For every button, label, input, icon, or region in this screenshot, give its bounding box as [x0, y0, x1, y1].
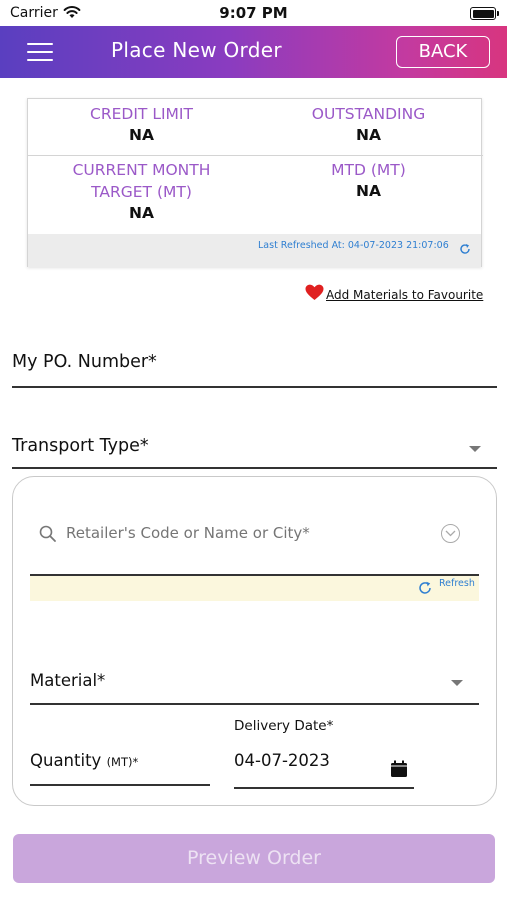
refresh-link[interactable]: Refresh [439, 578, 475, 589]
material-dropdown[interactable]: Material* [30, 671, 105, 690]
transport-type-underline [12, 467, 497, 469]
quantity-field[interactable]: Quantity (MT)* [30, 751, 138, 770]
search-icon [39, 525, 56, 542]
account-summary-card: CREDIT LIMIT NA OUTSTANDING NA CURRENT M… [27, 98, 483, 267]
delivery-date-field[interactable]: 04-07-2023 [234, 751, 330, 770]
back-button[interactable]: BACK [396, 36, 490, 68]
retailer-info-panel [30, 576, 479, 601]
chevron-down-icon[interactable] [451, 680, 463, 686]
po-number-underline [12, 386, 497, 388]
summary-row: CREDIT LIMIT NA OUTSTANDING NA [28, 99, 483, 156]
delivery-date-label: Delivery Date* [234, 718, 334, 734]
credit-limit-value: NA [129, 126, 154, 144]
target-label-line2: TARGET (MT) [91, 183, 192, 201]
calendar-icon[interactable] [390, 760, 408, 778]
favourite-label: Add Materials to Favourite [326, 288, 484, 302]
delivery-date-underline [234, 787, 414, 789]
retailer-expand-icon[interactable] [441, 524, 460, 543]
po-number-field[interactable]: My PO. Number* [12, 352, 157, 372]
app-header: Place New Order BACK [0, 26, 507, 78]
outstanding-metric: OUTSTANDING NA [255, 103, 482, 145]
outstanding-label: OUTSTANDING [311, 105, 426, 123]
credit-limit-metric: CREDIT LIMIT NA [28, 103, 255, 145]
battery-icon [470, 7, 496, 20]
outstanding-value: NA [356, 126, 381, 144]
quantity-underline [30, 784, 210, 786]
target-value: NA [129, 204, 154, 222]
page-title: Place New Order [111, 38, 282, 62]
credit-limit-label: CREDIT LIMIT [90, 105, 193, 123]
target-label-line1: CURRENT MONTH [72, 161, 211, 179]
chevron-down-icon[interactable] [469, 446, 481, 452]
mtd-label: MTD (MT) [331, 161, 406, 179]
last-refreshed-text: Last Refreshed At: 04-07-2023 21:07:06 [258, 240, 449, 251]
quantity-label: Quantity [30, 751, 102, 770]
hamburger-menu-icon[interactable] [27, 43, 53, 61]
heart-icon [305, 284, 324, 300]
preview-order-button[interactable]: Preview Order [13, 834, 495, 883]
mtd-metric: MTD (MT) NA [255, 159, 482, 201]
refresh-icon[interactable] [418, 581, 432, 595]
refresh-icon[interactable] [459, 243, 471, 255]
target-metric: CURRENT MONTH TARGET (MT) NA [28, 159, 255, 223]
quantity-unit: (MT)* [106, 755, 139, 769]
retailer-search-input[interactable] [66, 524, 426, 542]
status-bar: Carrier 9:07 PM [0, 0, 507, 26]
status-time: 9:07 PM [219, 4, 288, 22]
transport-type-dropdown[interactable]: Transport Type* [12, 436, 149, 456]
battery-tip [497, 11, 499, 16]
summary-row: CURRENT MONTH TARGET (MT) NA MTD (MT) NA [28, 156, 483, 234]
material-underline [30, 703, 479, 705]
summary-footer: Last Refreshed At: 04-07-2023 21:07:06 [28, 234, 481, 267]
mtd-value: NA [356, 182, 381, 200]
